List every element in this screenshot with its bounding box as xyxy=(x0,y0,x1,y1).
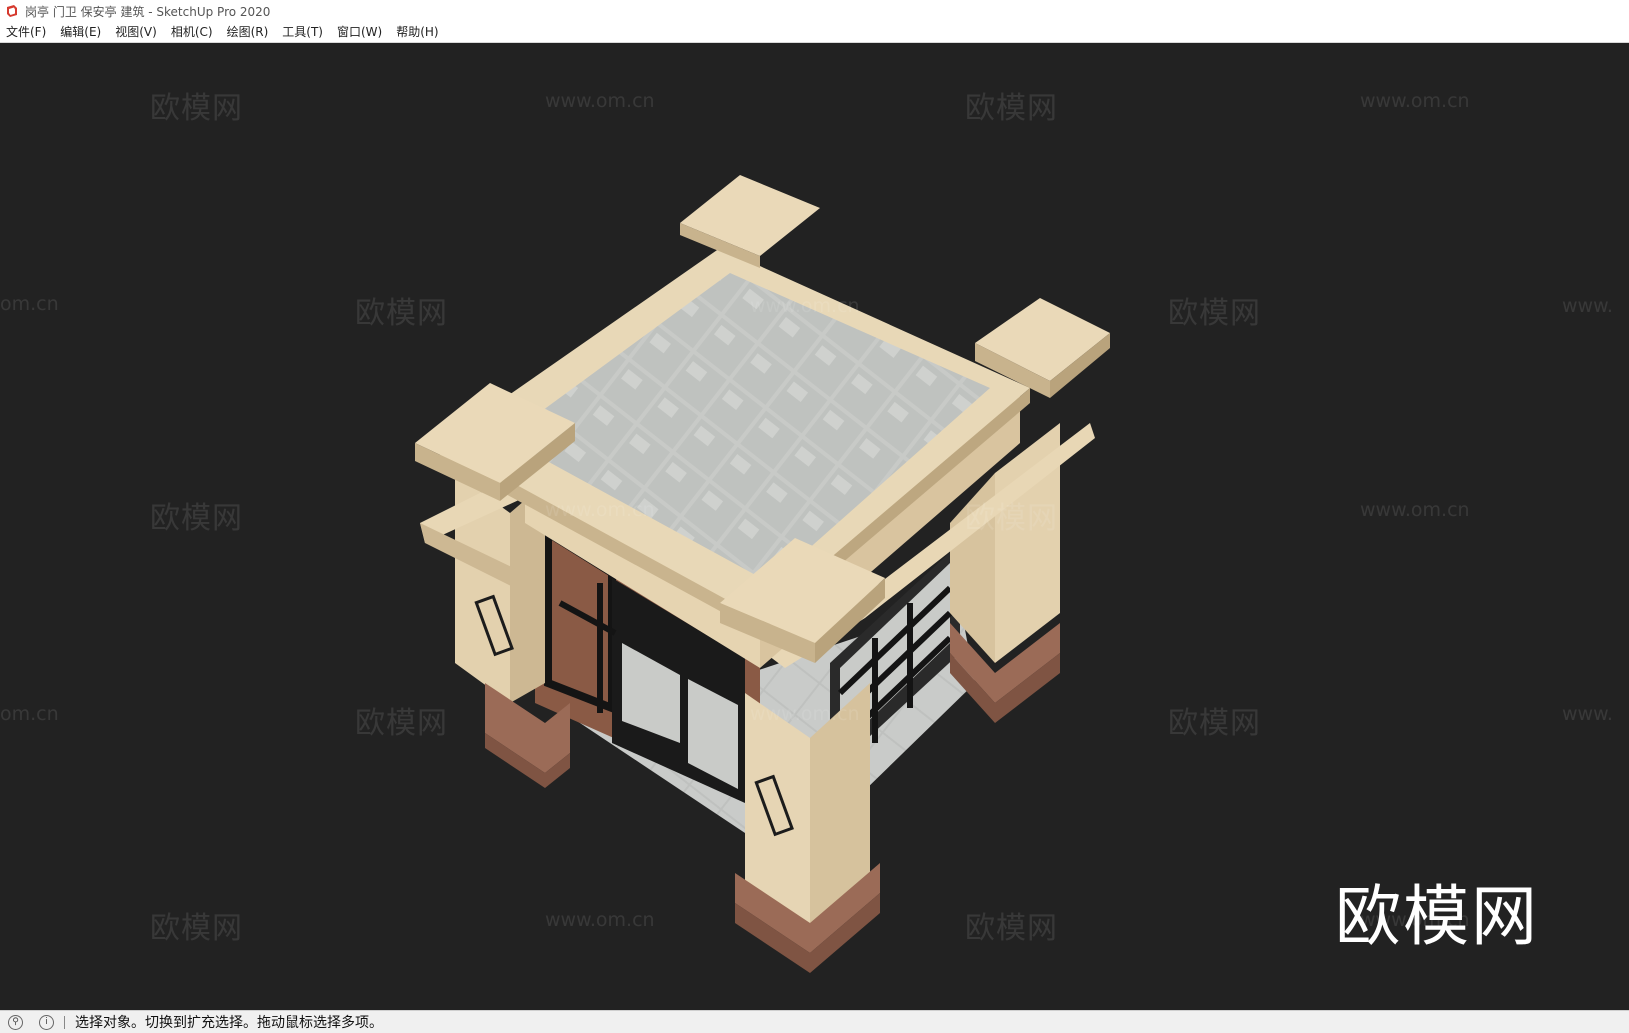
status-message: 选择对象。切换到扩充选择。拖动鼠标选择多项。 xyxy=(75,1015,383,1031)
window-title: 岗亭 门卫 保安亭 建筑 - SketchUp Pro 2020 xyxy=(25,4,271,19)
menu-edit[interactable]: 编辑(E) xyxy=(53,22,108,42)
menu-view[interactable]: 视图(V) xyxy=(108,22,164,42)
watermark-url-partial: www. xyxy=(1562,703,1613,725)
menu-draw[interactable]: 绘图(R) xyxy=(220,22,276,42)
watermark-logo: 欧模网 xyxy=(1335,878,1539,955)
watermark-text: 欧模网 xyxy=(965,911,1058,946)
menu-tools[interactable]: 工具(T) xyxy=(275,22,330,42)
watermark-url: www.om.cn xyxy=(1360,499,1470,521)
watermark-text: 欧模网 xyxy=(150,91,243,126)
watermark-text: 欧模网 xyxy=(150,911,243,946)
title-bar: 岗亭 门卫 保安亭 建筑 - SketchUp Pro 2020 xyxy=(0,0,1629,22)
watermark-url: www.om.cn xyxy=(545,90,655,112)
status-bar: ⚲ i 选择对象。切换到扩充选择。拖动鼠标选择多项。 xyxy=(0,1010,1629,1033)
watermark-text: 欧模网 xyxy=(150,501,243,536)
watermark-url-partial: www. xyxy=(1562,295,1613,317)
menu-camera[interactable]: 相机(C) xyxy=(164,22,220,42)
watermark-text: 欧模网 xyxy=(965,91,1058,126)
model-viewport[interactable]: 欧模网 www.om.cn 欧模网 www.om.cn om.cn 欧模网 ww… xyxy=(0,43,1629,1010)
watermark-url-partial: om.cn xyxy=(0,703,59,725)
sketchup-icon xyxy=(7,5,17,17)
watermark-text: 欧模网 xyxy=(355,296,448,331)
watermark-url: www.om.cn xyxy=(1360,90,1470,112)
menu-help[interactable]: 帮助(H) xyxy=(389,22,445,42)
geo-location-icon[interactable]: ⚲ xyxy=(8,1014,23,1030)
menu-bar: 文件(F) 编辑(E) 视图(V) 相机(C) 绘图(R) 工具(T) 窗口(W… xyxy=(0,22,1629,43)
menu-window[interactable]: 窗口(W) xyxy=(330,22,389,42)
menu-file[interactable]: 文件(F) xyxy=(0,22,53,42)
watermark-text: 欧模网 xyxy=(1168,706,1261,741)
watermark-url: www.om.cn xyxy=(545,909,655,931)
watermark-url: www.om.cn xyxy=(750,703,860,725)
watermark-text: 欧模网 xyxy=(1168,296,1261,331)
watermark-text: 欧模网 xyxy=(355,706,448,741)
status-separator xyxy=(64,1015,65,1029)
watermark-url: www.om.cn xyxy=(750,295,860,317)
watermark-url: www.om.cn xyxy=(545,499,655,521)
watermark-url-partial: om.cn xyxy=(0,293,59,315)
info-icon[interactable]: i xyxy=(39,1014,54,1030)
watermark-text: 欧模网 xyxy=(965,501,1058,536)
